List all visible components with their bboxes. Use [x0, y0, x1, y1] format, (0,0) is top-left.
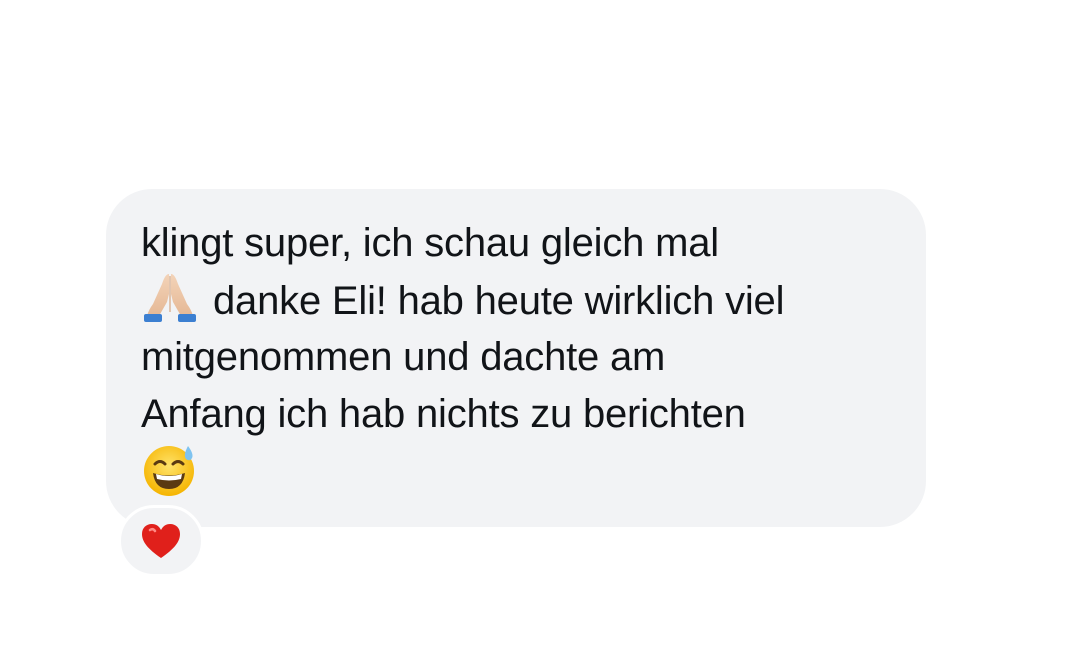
- message-line-5: [141, 442, 892, 504]
- message-line-3: mitgenommen und dachte am: [141, 335, 666, 379]
- message-line-1: klingt super, ich schau gleich mal: [141, 221, 719, 265]
- message-text: klingt super, ich schau gleich mal danke…: [141, 215, 892, 504]
- message-bubble[interactable]: klingt super, ich schau gleich mal danke…: [106, 189, 926, 527]
- message-line-4: Anfang ich hab nichts zu berichten: [141, 391, 746, 436]
- reaction-badge[interactable]: [118, 505, 204, 577]
- red-heart-icon: [142, 524, 180, 558]
- message-line-2-text: danke Eli! hab heute wirklich viel: [213, 278, 785, 323]
- message-line-2: danke Eli! hab heute wirklich viel: [141, 272, 892, 330]
- grinning-face-with-sweat-icon: [144, 446, 194, 496]
- folded-hands-icon: [144, 273, 196, 322]
